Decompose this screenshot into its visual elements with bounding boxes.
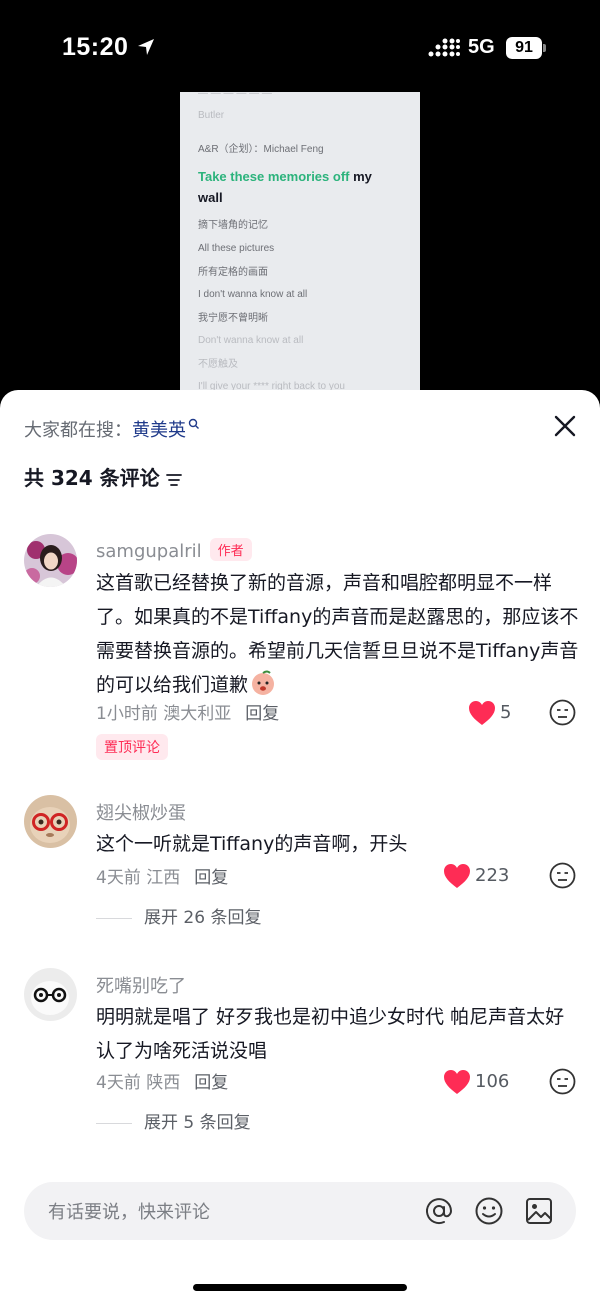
- reply-button[interactable]: 回复: [245, 704, 279, 724]
- comment-meta: 1小时前 澳大利亚 回复: [96, 704, 280, 724]
- expand-replies-button[interactable]: 展开 5 条回复: [96, 1108, 251, 1133]
- battery-tip: [543, 44, 546, 52]
- lyric-line: Butler: [198, 110, 225, 121]
- comment-input-placeholder[interactable]: 有话要说，快来评论: [48, 1198, 210, 1224]
- close-icon[interactable]: [553, 414, 577, 438]
- image-icon[interactable]: [524, 1196, 554, 1226]
- comment-username[interactable]: samgupalril 作者: [96, 538, 252, 562]
- like-count: 5: [500, 702, 512, 723]
- like-count: 106: [475, 1071, 510, 1092]
- comment-meta: 4天前 江西 回复: [96, 868, 229, 888]
- lyric-highlight: Take these memories off my wall: [198, 169, 372, 205]
- avatar[interactable]: [24, 795, 77, 848]
- comment-sheet: 大家都在搜：黄美英 共 324 条评论 samgupalril 作者 这首歌已经替…: [0, 390, 600, 1304]
- avatar[interactable]: [24, 534, 77, 587]
- lyrics-preview[interactable]: — — — — — — Butler A&R（企划）：Michael Feng …: [180, 92, 420, 392]
- lyric-line: A&R（企划）：Michael Feng: [198, 144, 324, 155]
- status-bar: 15:20 5G 91: [0, 0, 600, 92]
- heart-icon[interactable]: [443, 863, 471, 889]
- signal-icon: [428, 38, 460, 57]
- lyric-line: 摘下墙角的记忆: [198, 220, 268, 231]
- reply-button[interactable]: 回复: [194, 1073, 228, 1093]
- pinned-badge: 置顶评论: [96, 734, 168, 760]
- at-icon[interactable]: [424, 1196, 454, 1226]
- status-time: 15:20: [62, 33, 129, 61]
- comment-count[interactable]: 共 324 条评论: [24, 462, 182, 491]
- author-badge: 作者: [209, 538, 252, 561]
- emoji-icon[interactable]: [474, 1196, 504, 1226]
- comment-text: 这首歌已经替换了新的音源，声音和唱腔都明显不一样了。如果真的不是Tiffany的…: [96, 572, 579, 696]
- emoji-reaction-icon[interactable]: [549, 699, 576, 726]
- hot-search-hint[interactable]: 大家都在搜：黄美英: [24, 416, 200, 442]
- home-indicator: [193, 1284, 407, 1291]
- comment-text: 明明就是唱了 好歹我也是初中追少女时代 帕尼声音太好认了为啥死活说没唱: [96, 1006, 565, 1062]
- avatar[interactable]: [24, 968, 77, 1021]
- heart-icon[interactable]: [443, 1069, 471, 1095]
- lyric-line: 我宁愿不曾明晰: [198, 313, 268, 324]
- network-label: 5G: [468, 36, 495, 58]
- lyric-line: 不愿触及: [198, 359, 238, 370]
- lyric-line: 所有定格的画面: [198, 267, 268, 278]
- lyric-line: All these pictures: [198, 243, 275, 254]
- heart-icon[interactable]: [468, 700, 496, 726]
- battery-level: 91: [506, 37, 542, 59]
- search-mini-icon: [188, 418, 199, 429]
- comment-username[interactable]: 死嘴别吃了: [96, 972, 186, 998]
- location-arrow-icon: [138, 39, 154, 55]
- expand-replies-button[interactable]: 展开 26 条回复: [96, 903, 261, 928]
- hot-search-prefix: 大家都在搜：: [24, 420, 132, 441]
- like-count: 223: [475, 865, 510, 886]
- comment-text: 这个一听就是Tiffany的声音啊，开头: [96, 833, 408, 855]
- lyric-line: — — — — — —: [198, 92, 272, 99]
- emoji-reaction-icon[interactable]: [549, 1068, 576, 1095]
- lyric-line: Don't wanna know at all: [198, 335, 304, 346]
- lyric-line: I don't wanna know at all: [198, 289, 308, 300]
- peach-emoji-icon: [252, 670, 275, 695]
- comment-meta: 4天前 陕西 回复: [96, 1073, 229, 1093]
- comment-username[interactable]: 翅尖椒炒蛋: [96, 799, 186, 825]
- filter-icon[interactable]: [165, 473, 182, 487]
- reply-button[interactable]: 回复: [194, 868, 228, 888]
- hot-search-keyword[interactable]: 黄美英: [132, 420, 186, 441]
- emoji-reaction-icon[interactable]: [549, 862, 576, 889]
- comment-input-bar[interactable]: 有话要说，快来评论: [24, 1182, 576, 1240]
